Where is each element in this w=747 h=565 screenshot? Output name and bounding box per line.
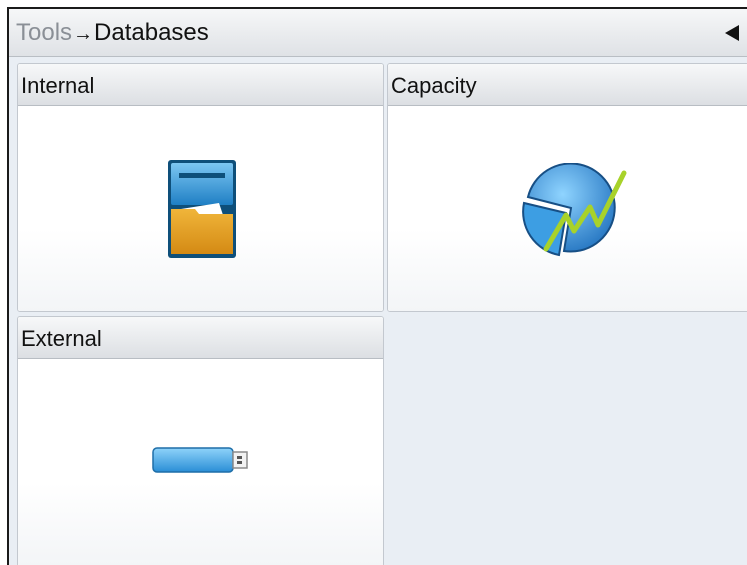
file-cabinet-folder-icon [168,160,236,258]
triangle-left-icon [725,25,739,41]
tile-title-external: External [21,326,102,351]
tile-header: External [18,317,383,359]
tile-body [18,359,383,565]
page-title: Databases [94,19,209,46]
tile-header: Capacity [388,64,747,106]
back-button[interactable] [719,21,743,45]
tile-external[interactable]: External [17,316,384,565]
databases-screen: Tools→Databases Internal Capacity Extern… [7,7,747,565]
breadcrumb-separator-arrow: → [73,23,94,45]
breadcrumb: Tools→Databases [16,19,209,48]
pie-chart-trend-icon [522,163,627,257]
tile-header: Internal [18,64,383,106]
tile-body [388,106,747,311]
breadcrumb-tools[interactable]: Tools [16,19,72,46]
usb-drive-icon [152,447,248,473]
tile-title-capacity: Capacity [391,73,477,98]
tile-internal[interactable]: Internal [17,63,384,312]
tile-capacity[interactable]: Capacity [387,63,747,312]
tile-body [18,106,383,311]
tile-title-internal: Internal [21,73,95,98]
title-bar: Tools→Databases [9,9,747,57]
